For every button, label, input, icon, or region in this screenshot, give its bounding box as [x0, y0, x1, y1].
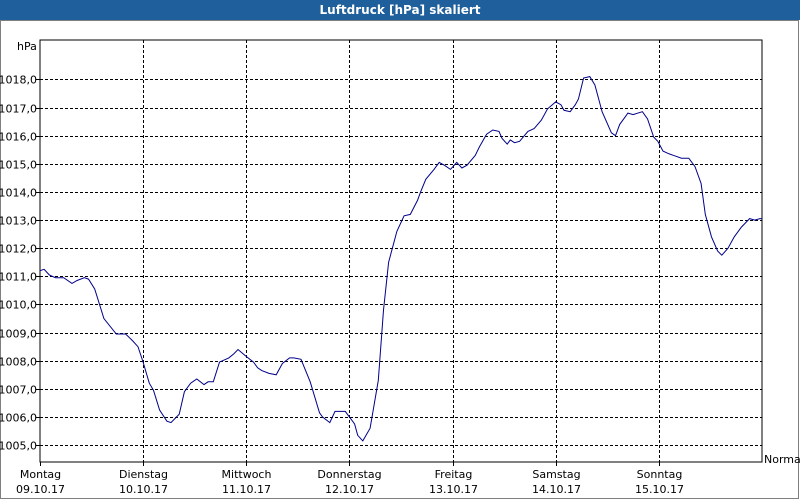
y-tick-label: 1005,0: [0, 440, 37, 453]
x-tick-date-label: 09.10.17: [16, 483, 65, 496]
y-tick-label: 1011,0: [0, 271, 37, 284]
y-tick-label: 1007,0: [0, 384, 37, 397]
x-tick-date-label: 10.10.17: [119, 483, 168, 496]
y-tick-label: 1008,0: [0, 356, 37, 369]
x-tick-weekday-label: Samstag: [532, 468, 580, 481]
y-tick-label: 1016,0: [0, 131, 37, 144]
y-tick-label: 1015,0: [0, 159, 37, 172]
x-tick-weekday-label: Sonntag: [637, 468, 683, 481]
grid-lines: [40, 40, 762, 462]
x-tick-date-label: 14.10.17: [532, 483, 581, 496]
chart-canvas: 1005,0 1006,0 1007,0 1008,0 1009,0 1010,0 1011…: [0, 39, 800, 496]
x-tick-date-label: 15.10.17: [635, 483, 684, 496]
y-tick-label: 1014,0: [0, 187, 37, 200]
x-tick-date-label: 12.10.17: [325, 483, 374, 496]
y-tick-label: 1012,0: [0, 243, 37, 256]
y-tick-label: 1010,0: [0, 299, 37, 312]
x-tick-weekday-label: Montag: [20, 468, 61, 481]
y-tick-label: 1009,0: [0, 328, 37, 341]
y-tick-label: 1013,0: [0, 215, 37, 228]
x-tick-date-label: 11.10.17: [222, 483, 271, 496]
y-axis-ticks: 1005,0 1006,0 1007,0 1008,0 1009,0 1010,0 1011…: [0, 74, 40, 453]
x-axis-ticks: Montag 09.10.17 Dienstag 10.10.17 Mittwoch 11…: [16, 462, 684, 496]
series-line-luftdruck: [39, 76, 762, 442]
x-tick-weekday-label: Mittwoch: [222, 468, 272, 481]
x-axis-end-label: Normal: [764, 453, 800, 466]
y-tick-label: 1017,0: [0, 103, 37, 116]
x-tick-date-label: 13.10.17: [429, 483, 478, 496]
plot-area-border: [39, 39, 763, 463]
y-tick-label: 1018,0: [0, 74, 37, 87]
x-tick-weekday-label: Freitag: [435, 468, 473, 481]
x-tick-weekday-label: Dienstag: [119, 468, 168, 481]
x-tick-weekday-label: Donnerstag: [317, 468, 381, 481]
y-tick-label: 1006,0: [0, 412, 37, 425]
